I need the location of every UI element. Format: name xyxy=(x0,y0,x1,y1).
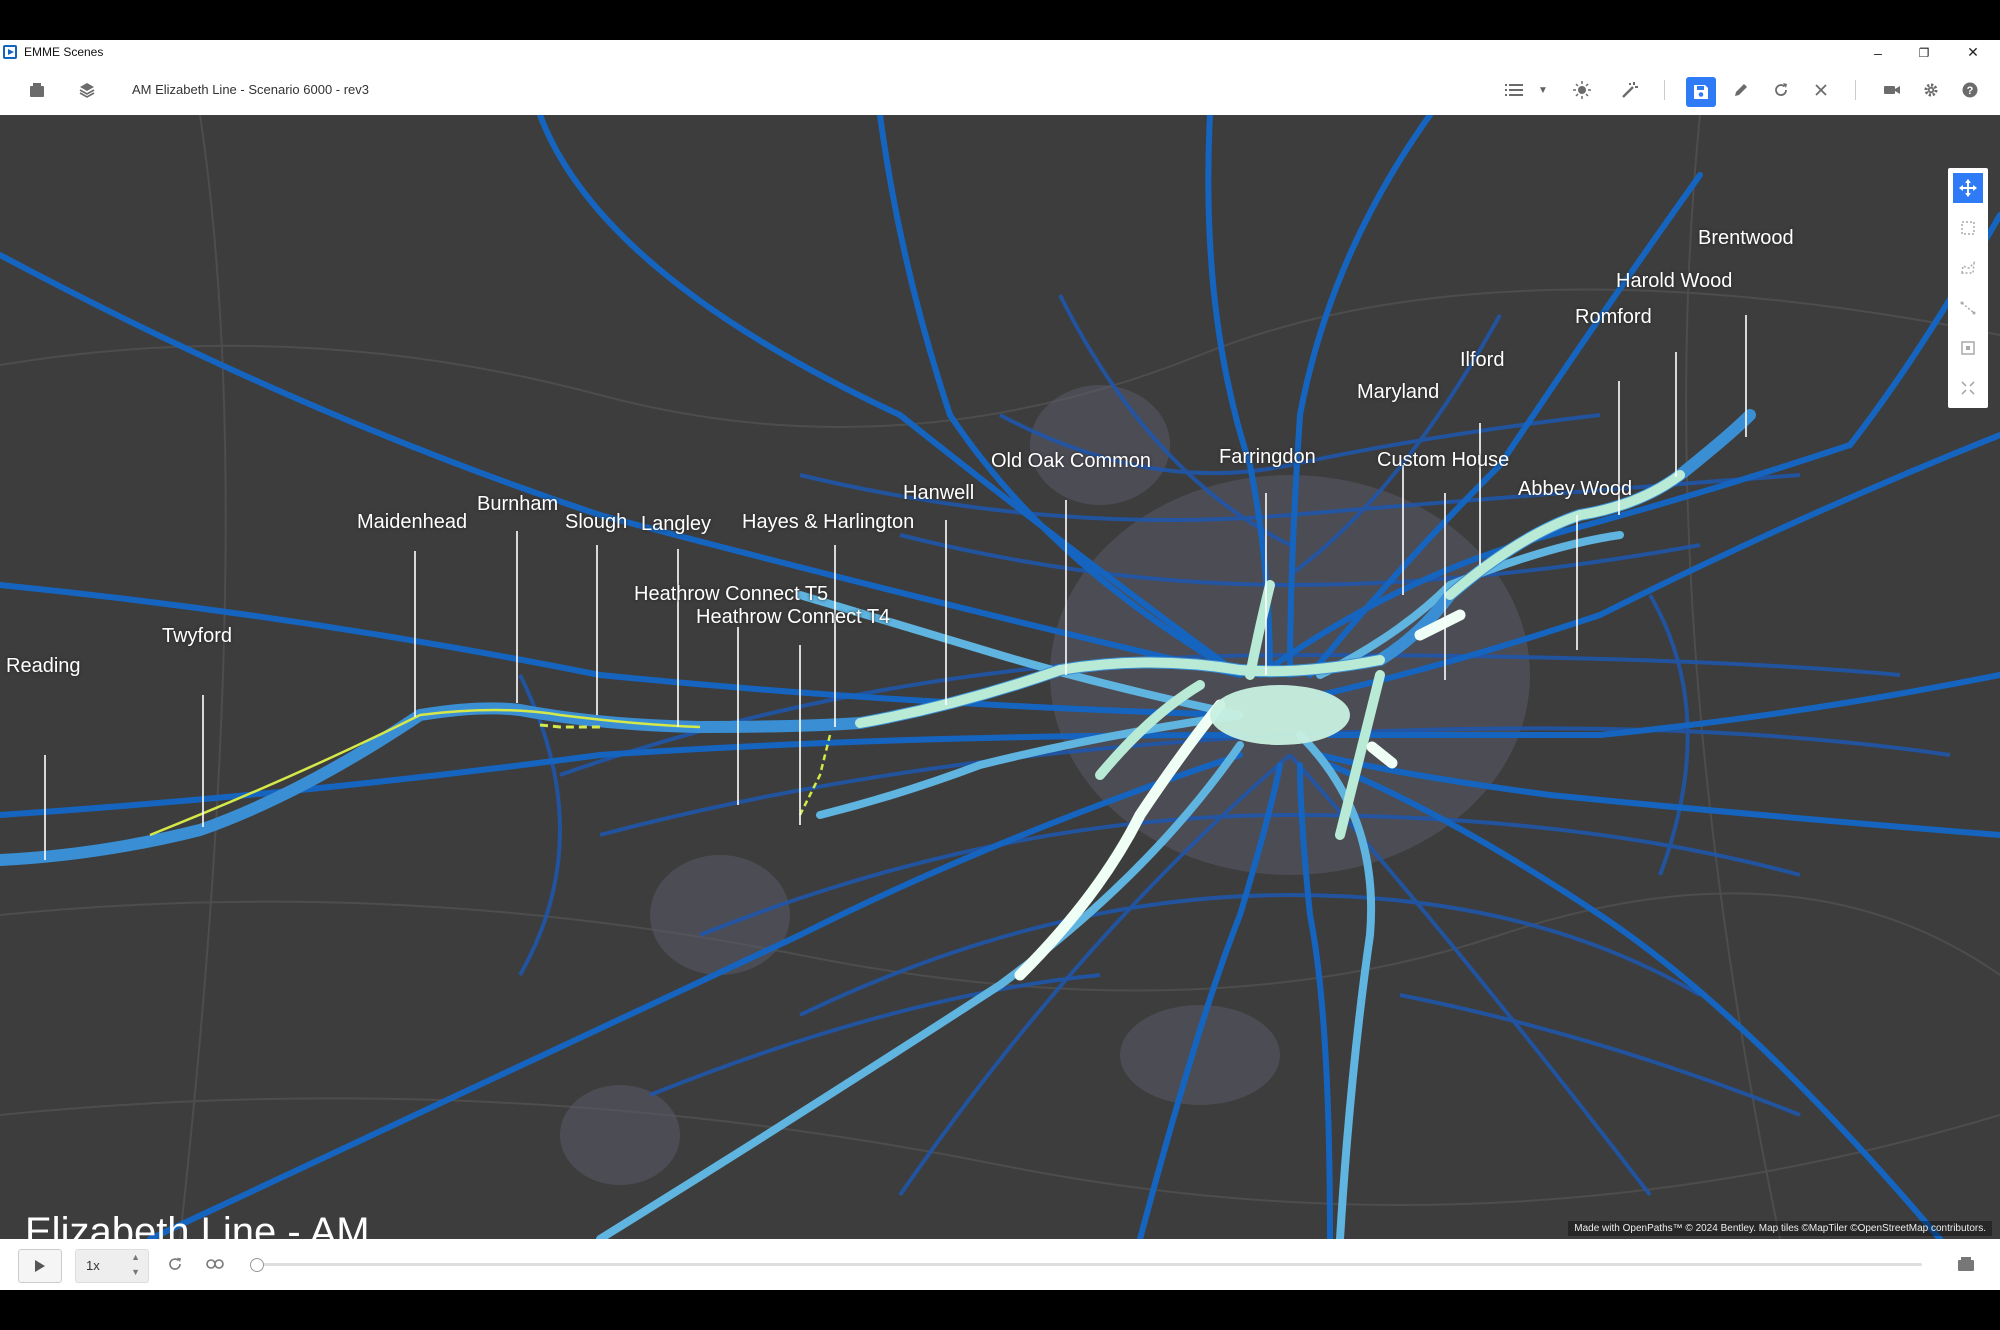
app-icon xyxy=(3,45,17,59)
station-label: Brentwood xyxy=(1698,227,1794,249)
brightness-icon[interactable] xyxy=(1571,79,1593,101)
minimize-button[interactable]: – xyxy=(1855,40,1901,65)
speed-stepper[interactable]: 1x ▲ ▼ xyxy=(75,1249,149,1283)
select-polygon-icon[interactable] xyxy=(1953,253,1983,283)
station-label: Burnham xyxy=(477,493,559,515)
app-window: EMME Scenes – ❐ ✕ AM Elizabeth Line - Sc… xyxy=(0,40,2000,1290)
title-bar: EMME Scenes – ❐ ✕ xyxy=(0,40,2000,66)
refresh-icon[interactable] xyxy=(1770,79,1792,101)
toolbar-divider xyxy=(1664,80,1665,100)
close-window-button[interactable]: ✕ xyxy=(1950,40,1996,65)
chevron-down-icon[interactable]: ▼ xyxy=(1532,79,1554,101)
fit-extent-icon[interactable] xyxy=(1953,373,1983,403)
timeline-handle[interactable] xyxy=(250,1258,264,1272)
speed-value: 1x xyxy=(86,1258,100,1273)
station-label: Ilford xyxy=(1460,349,1505,371)
close-icon[interactable] xyxy=(1810,79,1832,101)
camera-roll-icon[interactable] xyxy=(26,79,48,101)
station-label: Maryland xyxy=(1357,381,1440,403)
increase-icon[interactable]: ▲ xyxy=(131,1252,140,1262)
timeline-track[interactable] xyxy=(256,1263,1922,1266)
station-label: Romford xyxy=(1575,306,1652,328)
scene-title: AM Elizabeth Line - Scenario 6000 - rev3 xyxy=(132,82,370,97)
settings-icon[interactable] xyxy=(1920,79,1942,101)
station-label: Harold Wood xyxy=(1616,270,1733,292)
edit-icon[interactable] xyxy=(1730,79,1752,101)
decrease-icon[interactable]: ▼ xyxy=(131,1267,140,1277)
station-label: Twyford xyxy=(162,625,233,647)
playback-bar: 1x ▲ ▼ xyxy=(0,1239,2000,1290)
toolbar-divider xyxy=(1855,80,1856,100)
play-button[interactable] xyxy=(18,1249,62,1283)
pan-tool-icon[interactable] xyxy=(1953,173,1983,203)
map-tools-panel xyxy=(1948,168,1988,408)
station-label: Heathrow Connect T5 xyxy=(634,583,829,605)
layers-icon[interactable] xyxy=(76,79,98,101)
scene-caption: Elizabeth Line - AM xyxy=(25,1210,370,1239)
station-label: Farringdon xyxy=(1219,446,1316,468)
help-icon[interactable]: ? xyxy=(1959,79,1981,101)
restore-button[interactable]: ❐ xyxy=(1901,40,1947,65)
loop-icon[interactable] xyxy=(164,1253,186,1275)
list-icon[interactable] xyxy=(1503,79,1525,101)
video-camera-icon[interactable] xyxy=(1881,79,1903,101)
toolbar: AM Elizabeth Line - Scenario 6000 - rev3… xyxy=(0,65,2000,115)
svg-text:?: ? xyxy=(1967,85,1974,97)
select-path-icon[interactable] xyxy=(1953,293,1983,323)
station-label: Maidenhead xyxy=(357,511,468,533)
snapshot-icon[interactable] xyxy=(1955,1253,1977,1275)
station-label: Abbey Wood xyxy=(1518,478,1633,500)
zoom-selection-icon[interactable] xyxy=(1953,333,1983,363)
station-label: Custom House xyxy=(1377,449,1510,471)
station-label: Reading xyxy=(6,655,81,677)
station-label: Heathrow Connect T4 xyxy=(696,606,891,628)
link-icon[interactable] xyxy=(204,1253,226,1275)
select-rectangle-icon[interactable] xyxy=(1953,213,1983,243)
station-label: Old Oak Common xyxy=(991,450,1152,472)
station-label: Hayes & Harlington xyxy=(742,511,915,533)
station-label: Slough xyxy=(565,511,628,533)
magic-wand-icon[interactable] xyxy=(1618,79,1640,101)
station-label: Langley xyxy=(641,513,712,535)
station-label: Hanwell xyxy=(903,482,975,504)
app-title: EMME Scenes xyxy=(24,45,104,59)
save-button[interactable] xyxy=(1686,77,1716,107)
map-attribution: Made with OpenPaths™ © 2024 Bentley. Map… xyxy=(1568,1221,1992,1236)
map-view[interactable]: Reading Twyford Maidenhead Burnham Sloug… xyxy=(0,115,2000,1239)
